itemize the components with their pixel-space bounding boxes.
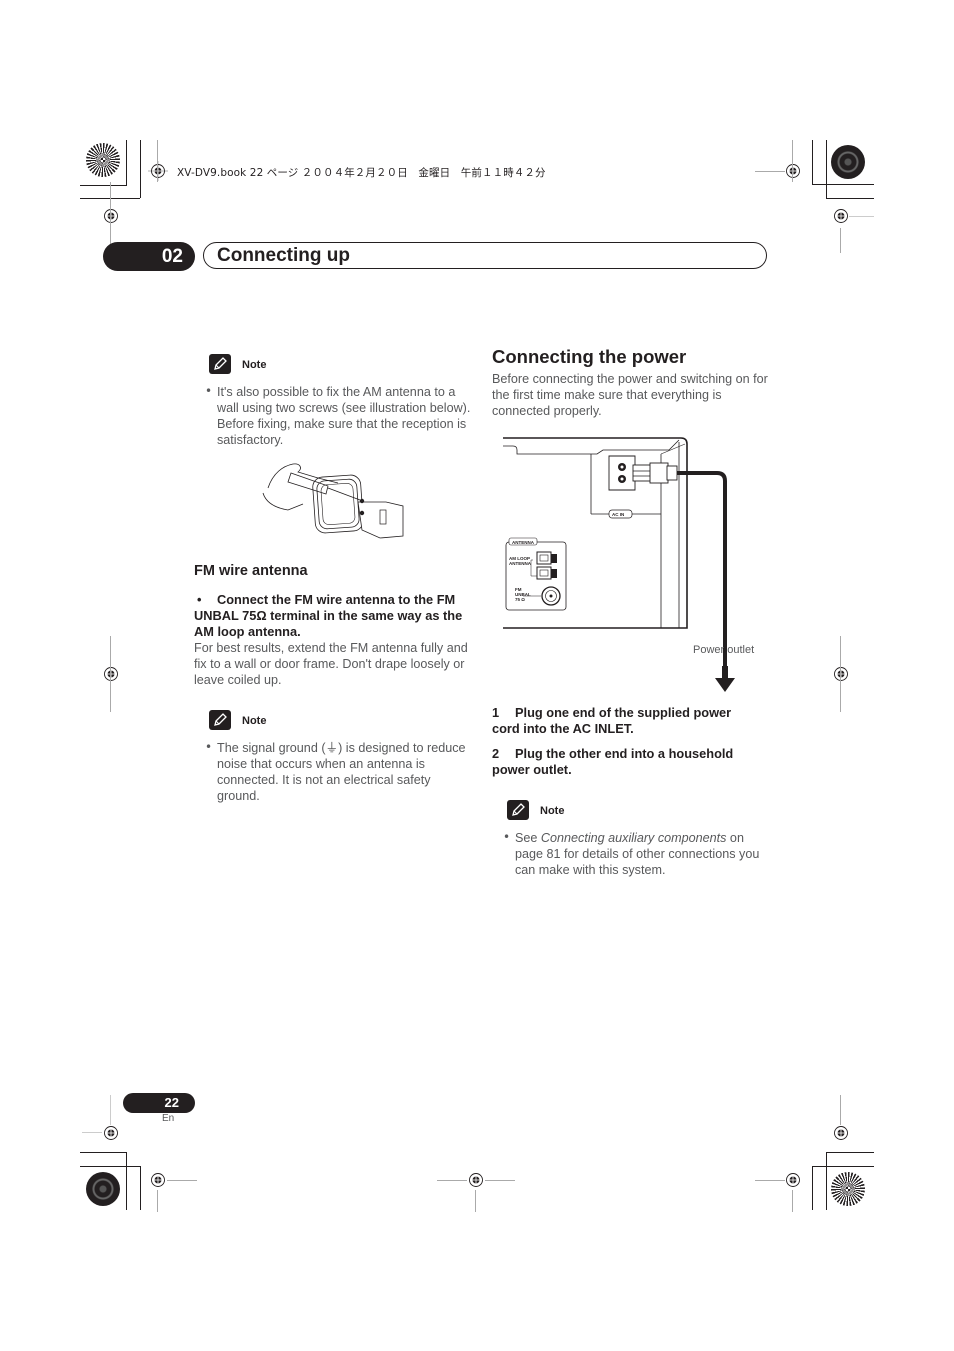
rosette-mark-icon [86, 1172, 120, 1206]
fm-instruction: Connect the FM wire antenna to the FM UN… [194, 592, 474, 640]
registration-target-icon [786, 164, 800, 178]
guide-line [792, 1190, 793, 1212]
crop-line [812, 1166, 813, 1210]
cross-reference-link[interactable]: Connecting auxiliary components [541, 831, 727, 845]
registration-target-icon [104, 667, 118, 681]
registration-target-icon [104, 1126, 118, 1140]
step-text: Plug the other end into a household [515, 746, 734, 761]
fm-body-text: For best results, extend the FM antenna … [194, 641, 468, 687]
crop-line [126, 1152, 127, 1210]
note-pencil-icon [209, 710, 231, 730]
note-label: Note [540, 805, 565, 817]
note-text-part: page 81 for details of other connections… [515, 847, 760, 877]
crop-line [140, 140, 141, 198]
registration-target-icon [834, 667, 848, 681]
registration-target-icon [104, 209, 118, 223]
page-number: 22 [123, 1093, 195, 1113]
crop-line [826, 1152, 874, 1153]
guide-line [485, 1180, 515, 1181]
guide-line [755, 171, 785, 172]
guide-line [475, 1190, 476, 1212]
guide-line [840, 636, 841, 712]
intro-text: Before connecting the power and switchin… [492, 372, 768, 418]
note-label: Note [242, 715, 267, 727]
registration-target-icon [834, 209, 848, 223]
chapter-title-box: Connecting up [203, 242, 767, 269]
registration-target-icon [834, 1126, 848, 1140]
fm-section-heading: FM wire antenna [194, 563, 308, 579]
guide-line [755, 1180, 785, 1181]
step-number: 1 [492, 705, 500, 720]
am-antenna-mounting-illustration [262, 463, 404, 539]
crop-line [80, 1152, 127, 1153]
step-text: cord into the AC INLET. [492, 721, 634, 736]
page-language: En [162, 1113, 175, 1124]
rosette-mark-icon [831, 1172, 865, 1206]
rosette-mark-icon [86, 143, 120, 177]
guide-line [792, 140, 793, 182]
crop-line [826, 1152, 827, 1210]
note-text: See Connecting auxiliary components on p… [515, 830, 765, 878]
crop-line [826, 140, 827, 198]
guide-line [157, 1190, 158, 1212]
bullet-icon: • [205, 740, 213, 754]
am-loop-label: AM LOOP ANTENNA [509, 556, 531, 566]
guide-line [110, 182, 111, 246]
crop-line [80, 1166, 140, 1167]
crop-line [812, 1166, 874, 1167]
chapter-number: 02 [103, 242, 195, 271]
guide-line [840, 228, 841, 253]
step-text: power outlet. [492, 762, 572, 777]
section-heading: Connecting the power [492, 346, 687, 367]
registration-target-icon [148, 161, 168, 181]
guide-line [110, 636, 111, 712]
note-pencil-icon [507, 800, 529, 820]
crop-line [812, 184, 874, 185]
step-number: 2 [492, 746, 500, 761]
registration-target-icon [469, 1173, 483, 1187]
note-text-part: See [515, 831, 541, 845]
registration-target-icon [151, 1173, 165, 1187]
rosette-mark-icon [831, 145, 865, 179]
note-label: Note [242, 359, 267, 371]
bullet-icon: • [205, 384, 213, 398]
guide-line [157, 140, 158, 182]
registration-target-icon [786, 1173, 800, 1187]
fm-instruction-text: Connect the FM wire antenna to the FM UN… [194, 592, 463, 639]
ac-in-label: AC IN [612, 512, 625, 517]
bullet-icon: • [503, 830, 511, 844]
am-loop-label-line: ANTENNA [509, 561, 531, 566]
signal-ground-icon: ⏚ [325, 741, 339, 755]
crop-line [126, 140, 127, 185]
note-pencil-icon [209, 354, 231, 374]
antenna-label: ANTENNA [512, 540, 534, 545]
fm-label-line: 75 Ω [515, 597, 525, 602]
guide-line [110, 1095, 111, 1125]
guide-line [437, 1180, 467, 1181]
crop-line [812, 140, 813, 185]
note-text-part: The signal ground ( [217, 741, 326, 755]
step-text: Plug one end of the supplied power [515, 705, 732, 720]
guide-line [840, 1095, 841, 1125]
crop-line [140, 1166, 141, 1210]
guide-line [849, 216, 874, 217]
power-outlet-label: Power outlet [693, 644, 755, 656]
guide-line [82, 1132, 102, 1133]
crop-line [826, 198, 874, 199]
chapter-title: Connecting up [217, 245, 350, 266]
guide-line [167, 1180, 197, 1181]
note-text-part: on [726, 831, 744, 845]
crop-line [80, 185, 127, 186]
note-text: It's also possible to fix the AM antenna… [217, 385, 471, 447]
note-text: The signal ground (⏚) is designed to red… [217, 740, 472, 804]
print-header: XV-DV9.book 22 ページ ２００４年２月２０日 金曜日 午前１１時４… [177, 167, 546, 179]
fm-unbal-label: FM UNBAL 75 Ω [515, 587, 531, 602]
